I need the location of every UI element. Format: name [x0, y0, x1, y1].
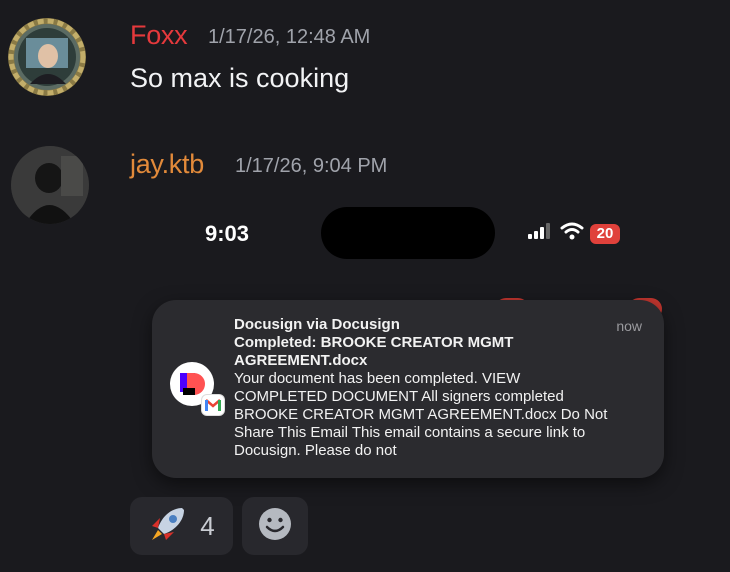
notification-body: Your document has been completed. VIEW — [234, 370, 521, 387]
add-reaction-button[interactable] — [242, 497, 308, 555]
notification-body: Share This Email This email contains a s… — [234, 424, 586, 441]
reaction-count: 4 — [200, 510, 215, 541]
signal-icon — [528, 223, 554, 244]
rocket-icon — [148, 504, 188, 549]
avatar[interactable] — [8, 18, 86, 96]
notification-subject: Completed: BROOKE CREATOR MGMT — [234, 334, 514, 351]
timestamp: 1/17/26, 9:04 PM — [235, 155, 388, 177]
reaction-rocket[interactable]: 4 — [130, 497, 233, 555]
battery-icon: 20 — [590, 223, 620, 244]
dynamic-island — [321, 207, 495, 259]
phone-time: 9:03 — [205, 221, 250, 246]
wifi-icon — [560, 222, 584, 245]
notification-card[interactable]: Docusign via Docusign Completed: BROOKE … — [152, 300, 664, 478]
gmail-icon — [202, 395, 224, 415]
status-bar: 20 — [528, 222, 620, 245]
add-reaction-icon — [257, 506, 293, 547]
author-name[interactable]: Foxx — [130, 20, 188, 51]
notification-sender: Docusign via Docusign — [234, 316, 400, 333]
notification-body: BROOKE CREATOR MGMT AGREEMENT.docx Do No… — [234, 406, 608, 423]
notification-body: Docusign. Please do not — [234, 442, 397, 459]
notification-body: COMPLETED DOCUMENT All signers completed — [234, 388, 564, 405]
avatar[interactable] — [11, 146, 89, 224]
author-name[interactable]: jay.ktb — [130, 149, 204, 180]
image-attachment[interactable]: 9:03 20 Docusign via Docusign Completed:… — [130, 185, 670, 485]
notification-time: now — [616, 318, 642, 334]
notification-text: Docusign via Docusign Completed: BROOKE … — [234, 316, 654, 460]
notification-subject: AGREEMENT.docx — [234, 352, 368, 369]
timestamp: 1/17/26, 12:48 AM — [208, 26, 371, 48]
message-content: So max is cooking — [130, 63, 350, 93]
